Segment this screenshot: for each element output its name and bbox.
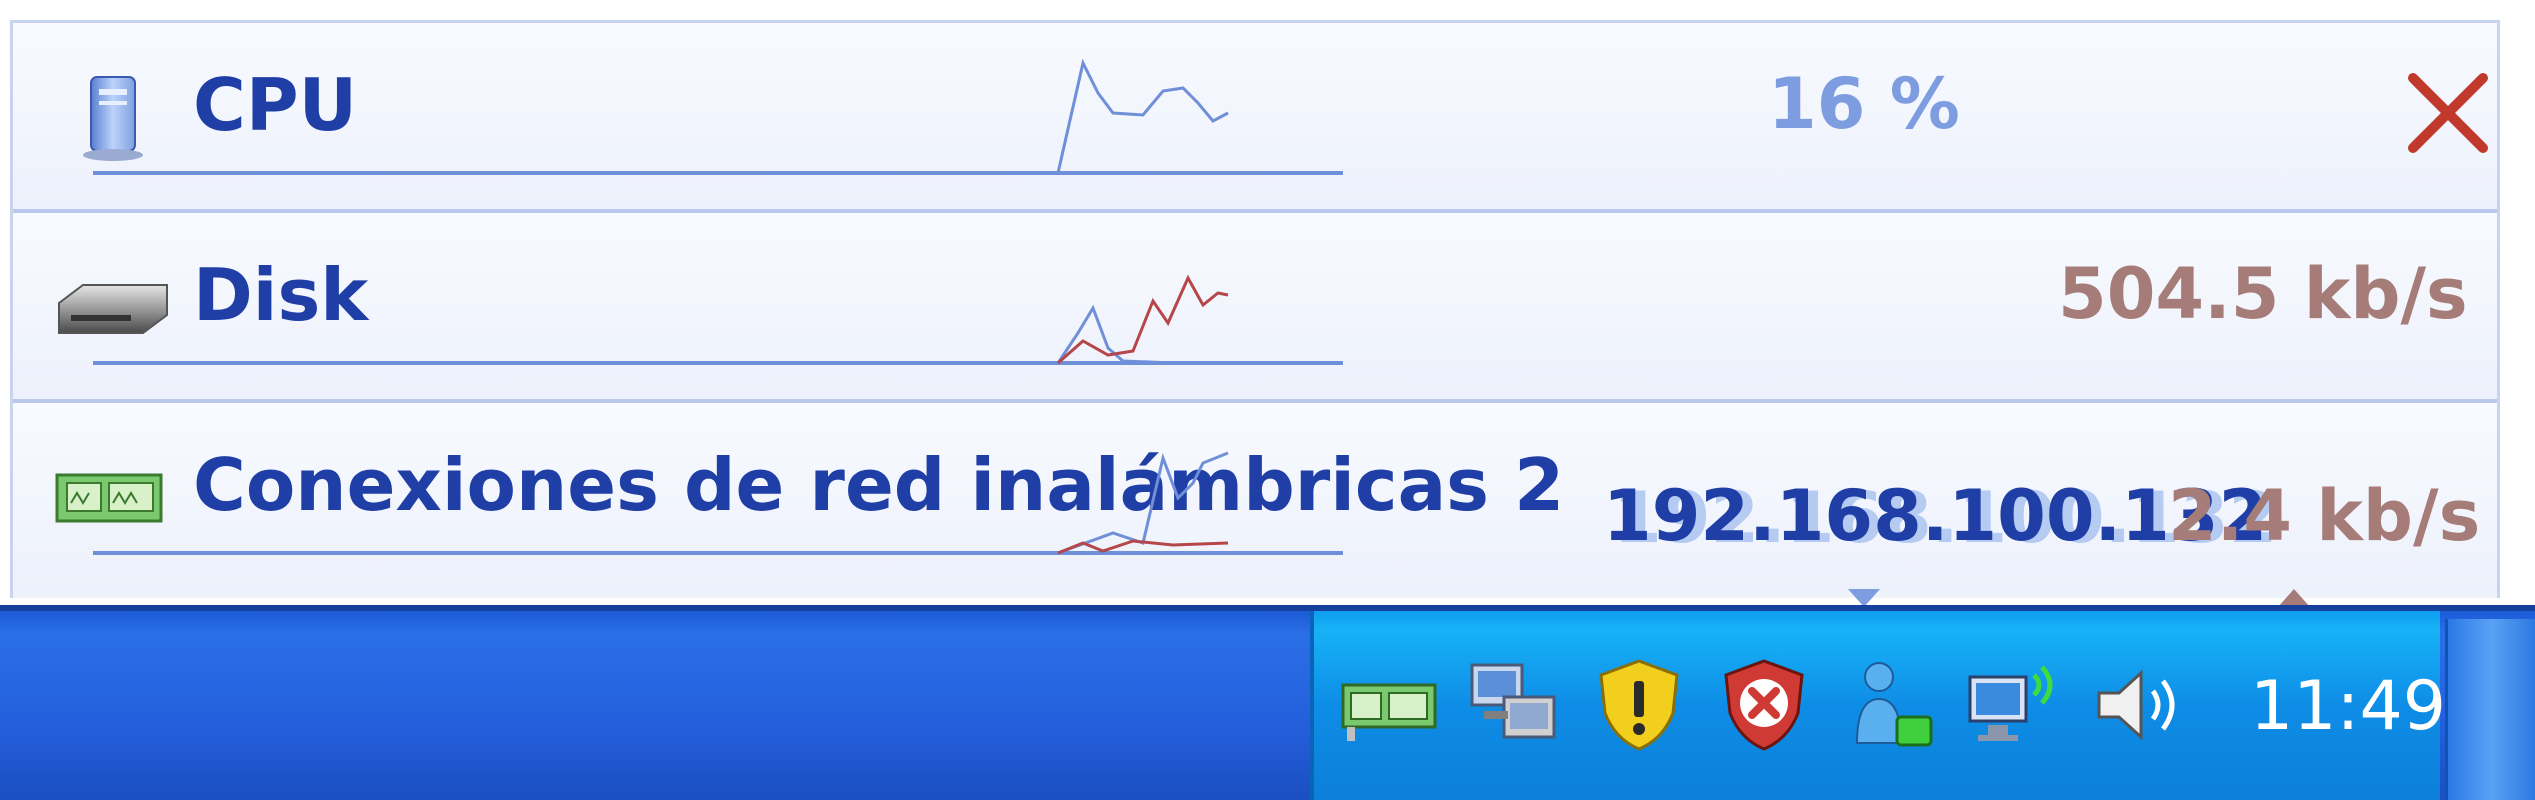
messenger-user-icon[interactable] [1839,655,1939,755]
security-alert-shield-icon[interactable] [1714,655,1814,755]
network-card-icon [55,473,163,523]
disk-sparkline [1056,274,1229,365]
cpu-sparkline [1056,58,1229,174]
monitor-row-cpu: CPU 16 % [13,23,2497,213]
computer-tower-icon [83,76,143,161]
disk-throughput-value: 504.5 kb/s [2058,253,2468,335]
network-card-icon[interactable] [1339,655,1439,755]
close-icon[interactable] [2398,63,2498,163]
cpu-usage-value: 16 % [1768,63,1960,145]
hard-drive-icon [58,284,168,334]
network-computers-icon[interactable] [1464,655,1564,755]
network-throughput-value: 2.4 kb/s [2168,475,2481,557]
network-sparkline [1057,451,1229,555]
speaker-volume-icon[interactable] [2089,655,2189,755]
row-label-disk: Disk [193,253,369,337]
row-label-cpu: CPU [193,63,358,147]
security-warning-shield-icon[interactable] [1589,655,1689,755]
wireless-network-icon[interactable] [1964,655,2064,755]
monitor-row-disk: Disk 504.5 kb/s [13,213,2497,403]
show-desktop-button[interactable] [2445,619,2535,800]
screen: CPU 16 % Disk 504.5 kb/s Conexiones de r… [0,0,2535,800]
system-monitor-panel: CPU 16 % Disk 504.5 kb/s Conexiones de r… [10,20,2500,607]
taskbar: 11:49 [0,605,2535,800]
system-clock[interactable]: 11:49 [2250,673,2446,741]
row-label-network: Conexiones de red inalámbricas 2 [193,443,1565,527]
